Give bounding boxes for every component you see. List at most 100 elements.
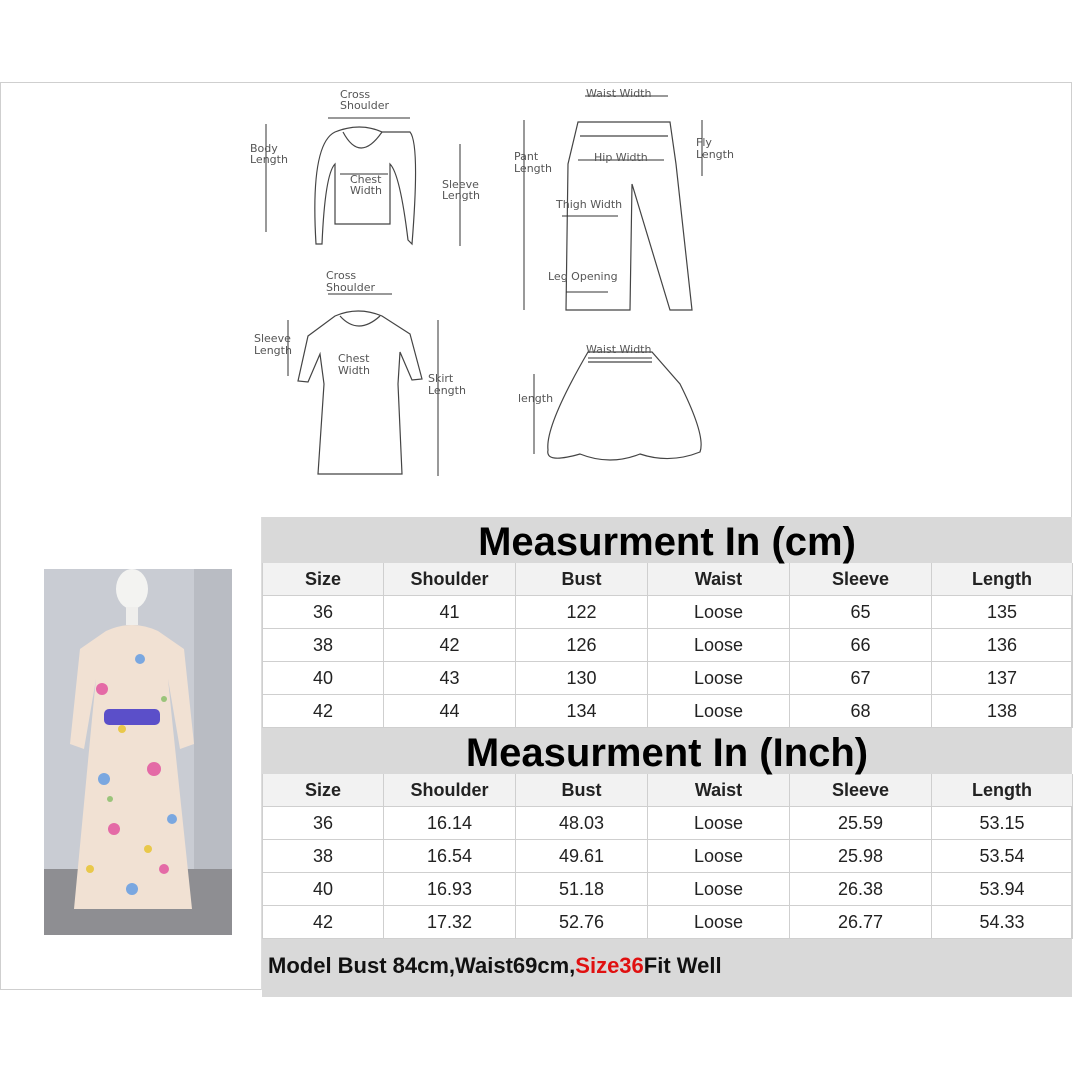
table-cell: 52.76 — [515, 905, 648, 939]
inch-table-title: Measurment In (Inch) — [262, 728, 1072, 775]
table-cell: 40 — [262, 872, 384, 906]
header-cell: Sleeve — [789, 563, 932, 596]
table-cell: Loose — [647, 628, 790, 662]
table-cell: 42 — [262, 905, 384, 939]
table-cell: 54.33 — [931, 905, 1073, 939]
size-tables: Measurment In (cm) Size Shoulder Bust Wa… — [262, 517, 1073, 997]
table-cell: 38 — [262, 628, 384, 662]
table-cell: 49.61 — [515, 839, 648, 873]
header-cell: Size — [262, 774, 384, 807]
svg-text:Width: Width — [350, 184, 382, 197]
header-cell: Length — [931, 774, 1073, 807]
label-pants-leg-opening: Leg Opening — [548, 270, 618, 283]
inch-size-table: Size Shoulder Bust Waist Sleeve Length 3… — [262, 774, 1073, 939]
table-cell: 126 — [515, 628, 648, 662]
belt — [104, 709, 160, 725]
table-cell: 26.38 — [789, 872, 932, 906]
table-cell: 43 — [383, 661, 516, 695]
model-fit-note: Model Bust 84cm,Waist69cm,Size36Fit Well — [262, 939, 1072, 997]
table-cell: 17.32 — [383, 905, 516, 939]
header-cell: Waist — [647, 774, 790, 807]
svg-text:Length: Length — [442, 189, 480, 202]
table-cell: 122 — [515, 595, 648, 629]
table-cell: 65 — [789, 595, 932, 629]
table-row: 40 16.93 51.18 Loose 26.38 53.94 — [262, 872, 1073, 906]
svg-text:Width: Width — [338, 364, 370, 377]
skirt-outline — [547, 351, 702, 461]
cm-table-title: Measurment In (cm) — [262, 517, 1072, 564]
table-cell: Loose — [647, 806, 790, 840]
label-skirt-length: length — [518, 392, 553, 405]
table-cell: 36 — [262, 806, 384, 840]
table-cell: 16.14 — [383, 806, 516, 840]
note-size-highlight: Size36 — [575, 953, 644, 978]
table-cell: 16.93 — [383, 872, 516, 906]
header-cell: Bust — [515, 774, 648, 807]
table-cell: 68 — [789, 694, 932, 728]
svg-text:Length: Length — [514, 162, 552, 175]
label-pants-thigh-width: Thigh Width — [555, 198, 622, 211]
table-header-row: Size Shoulder Bust Waist Sleeve Length — [262, 774, 1073, 807]
table-cell: 26.77 — [789, 905, 932, 939]
table-row: 40 43 130 Loose 67 137 — [262, 661, 1073, 695]
diagram-labels: CrossShoulder BodyLength ChestWidth Slee… — [250, 87, 734, 405]
label-skirt-waist-width: Waist Width — [586, 343, 651, 356]
table-row: 36 41 122 Loose 65 135 — [262, 595, 1073, 629]
label-pants-waist-width: Waist Width — [586, 87, 651, 100]
table-cell: Loose — [647, 905, 790, 939]
cm-size-table: Size Shoulder Bust Waist Sleeve Length 3… — [262, 563, 1073, 728]
table-cell: Loose — [647, 694, 790, 728]
header-cell: Size — [262, 563, 384, 596]
header-cell: Bust — [515, 563, 648, 596]
svg-text:Length: Length — [250, 153, 288, 166]
table-row: 38 16.54 49.61 Loose 25.98 53.54 — [262, 839, 1073, 873]
dress-outline — [297, 310, 423, 475]
table-cell: Loose — [647, 595, 790, 629]
table-row: 38 42 126 Loose 66 136 — [262, 628, 1073, 662]
header-cell: Length — [931, 563, 1073, 596]
table-cell: Loose — [647, 872, 790, 906]
table-cell: 48.03 — [515, 806, 648, 840]
table-cell: 42 — [262, 694, 384, 728]
table-cell: 42 — [383, 628, 516, 662]
table-cell: 137 — [931, 661, 1073, 695]
table-cell: 25.98 — [789, 839, 932, 873]
table-cell: 51.18 — [515, 872, 648, 906]
table-cell: 66 — [789, 628, 932, 662]
svg-text:Shoulder: Shoulder — [326, 281, 375, 294]
table-row: 42 44 134 Loose 68 138 — [262, 694, 1073, 728]
table-cell: 40 — [262, 661, 384, 695]
label-pants-hip-width: Hip Width — [594, 151, 648, 164]
table-cell: 136 — [931, 628, 1073, 662]
model-photo — [44, 569, 232, 935]
header-cell: Shoulder — [383, 563, 516, 596]
table-cell: 135 — [931, 595, 1073, 629]
table-cell: 138 — [931, 694, 1073, 728]
table-header-row: Size Shoulder Bust Waist Sleeve Length — [262, 563, 1073, 596]
table-cell: 41 — [383, 595, 516, 629]
table-cell: 134 — [515, 694, 648, 728]
table-cell: Loose — [647, 839, 790, 873]
table-cell: 130 — [515, 661, 648, 695]
measurement-diagram: CrossShoulder BodyLength ChestWidth Slee… — [250, 87, 734, 476]
header-cell: Waist — [647, 563, 790, 596]
table-cell: 53.54 — [931, 839, 1073, 873]
table-cell: 53.94 — [931, 872, 1073, 906]
table-cell: 16.54 — [383, 839, 516, 873]
table-cell: 38 — [262, 839, 384, 873]
svg-text:Length: Length — [428, 384, 466, 397]
table-cell: Loose — [647, 661, 790, 695]
table-row: 42 17.32 52.76 Loose 26.77 54.33 — [262, 905, 1073, 939]
svg-text:Length: Length — [696, 148, 734, 161]
header-cell: Shoulder — [383, 774, 516, 807]
header-cell: Sleeve — [789, 774, 932, 807]
svg-text:Shoulder: Shoulder — [340, 99, 389, 112]
table-cell: 44 — [383, 694, 516, 728]
svg-text:Length: Length — [254, 344, 292, 357]
table-cell: 36 — [262, 595, 384, 629]
table-cell: 67 — [789, 661, 932, 695]
table-cell: 53.15 — [931, 806, 1073, 840]
table-row: 36 16.14 48.03 Loose 25.59 53.15 — [262, 806, 1073, 840]
note-suffix: Fit Well — [643, 953, 722, 978]
table-cell: 25.59 — [789, 806, 932, 840]
